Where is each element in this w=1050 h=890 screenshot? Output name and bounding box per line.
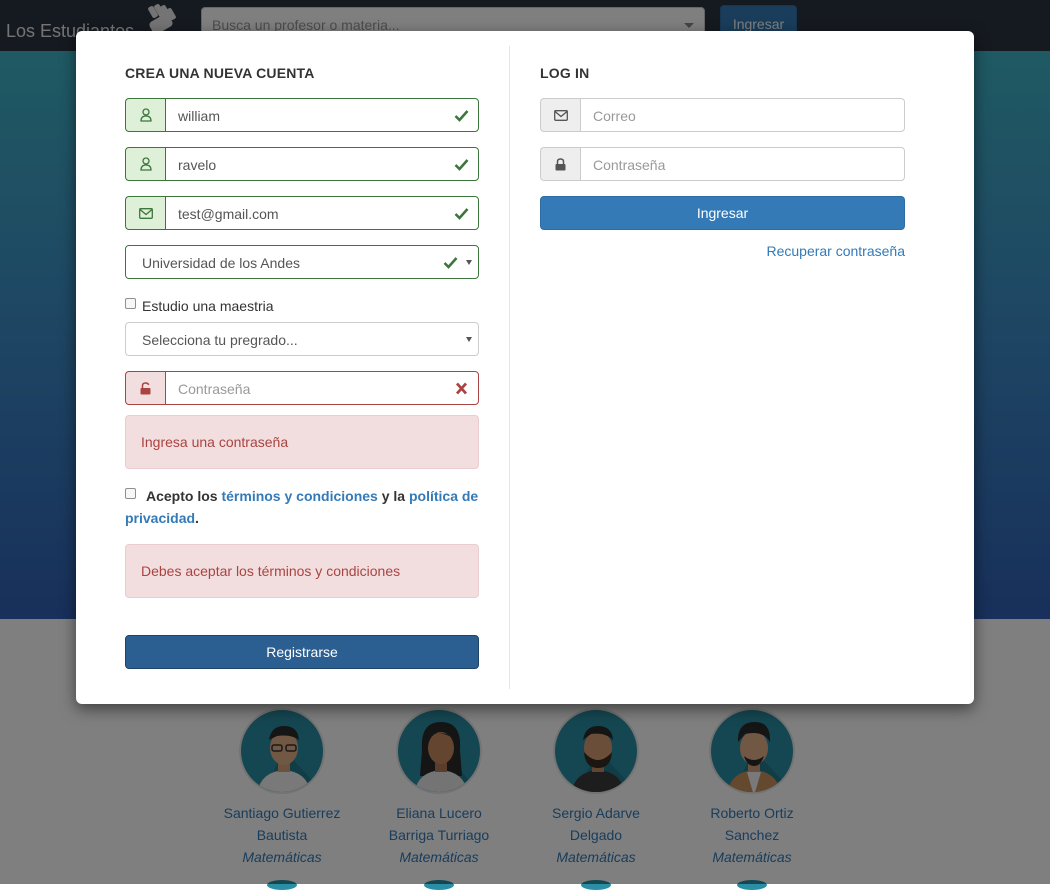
login-password-group: Contraseña	[540, 147, 905, 181]
login-button[interactable]: Ingresar	[540, 196, 905, 230]
user-icon	[125, 98, 165, 132]
register-button[interactable]: Registrarse	[125, 635, 479, 669]
university-select[interactable]: Universidad de los Andes	[125, 245, 479, 279]
terms-error-alert: Debes aceptar los términos y condiciones	[125, 544, 479, 598]
register-title: CREA UNA NUEVA CUENTA	[125, 65, 315, 81]
email-input[interactable]: test@gmail.com	[165, 196, 479, 230]
unlock-icon	[125, 371, 165, 405]
login-title: LOG IN	[540, 65, 590, 81]
check-icon	[454, 110, 469, 122]
last-name-group: ravelo	[125, 147, 479, 181]
register-password-group: Contraseña	[125, 371, 479, 405]
register-password-input[interactable]: Contraseña	[165, 371, 479, 405]
check-icon	[454, 208, 469, 220]
caret-down-icon	[466, 260, 472, 265]
program-select[interactable]: Selecciona tu pregrado...	[125, 322, 479, 356]
email-group: test@gmail.com	[125, 196, 479, 230]
envelope-icon	[540, 98, 580, 132]
check-icon	[443, 257, 458, 269]
terms-label: Acepto los términos y condiciones y la p…	[125, 488, 479, 526]
x-icon	[455, 382, 468, 395]
terms-link[interactable]: términos y condiciones	[221, 488, 377, 504]
auth-modal: CREA UNA NUEVA CUENTA william ravelo tes…	[76, 31, 974, 704]
envelope-icon	[125, 196, 165, 230]
user-icon	[125, 147, 165, 181]
login-email-input[interactable]: Correo	[580, 98, 905, 132]
check-icon	[454, 159, 469, 171]
login-password-input[interactable]: Contraseña	[580, 147, 905, 181]
recover-password-link[interactable]: Recuperar contraseña	[766, 243, 905, 259]
caret-down-icon	[466, 337, 472, 342]
column-divider	[509, 46, 510, 689]
first-name-input[interactable]: william	[165, 98, 479, 132]
last-name-input[interactable]: ravelo	[165, 147, 479, 181]
password-error-alert: Ingresa una contraseña	[125, 415, 479, 469]
masters-label: Estudio una maestria	[142, 298, 274, 314]
login-email-group: Correo	[540, 98, 905, 132]
lock-icon	[540, 147, 580, 181]
first-name-group: william	[125, 98, 479, 132]
masters-checkbox[interactable]	[125, 298, 136, 309]
